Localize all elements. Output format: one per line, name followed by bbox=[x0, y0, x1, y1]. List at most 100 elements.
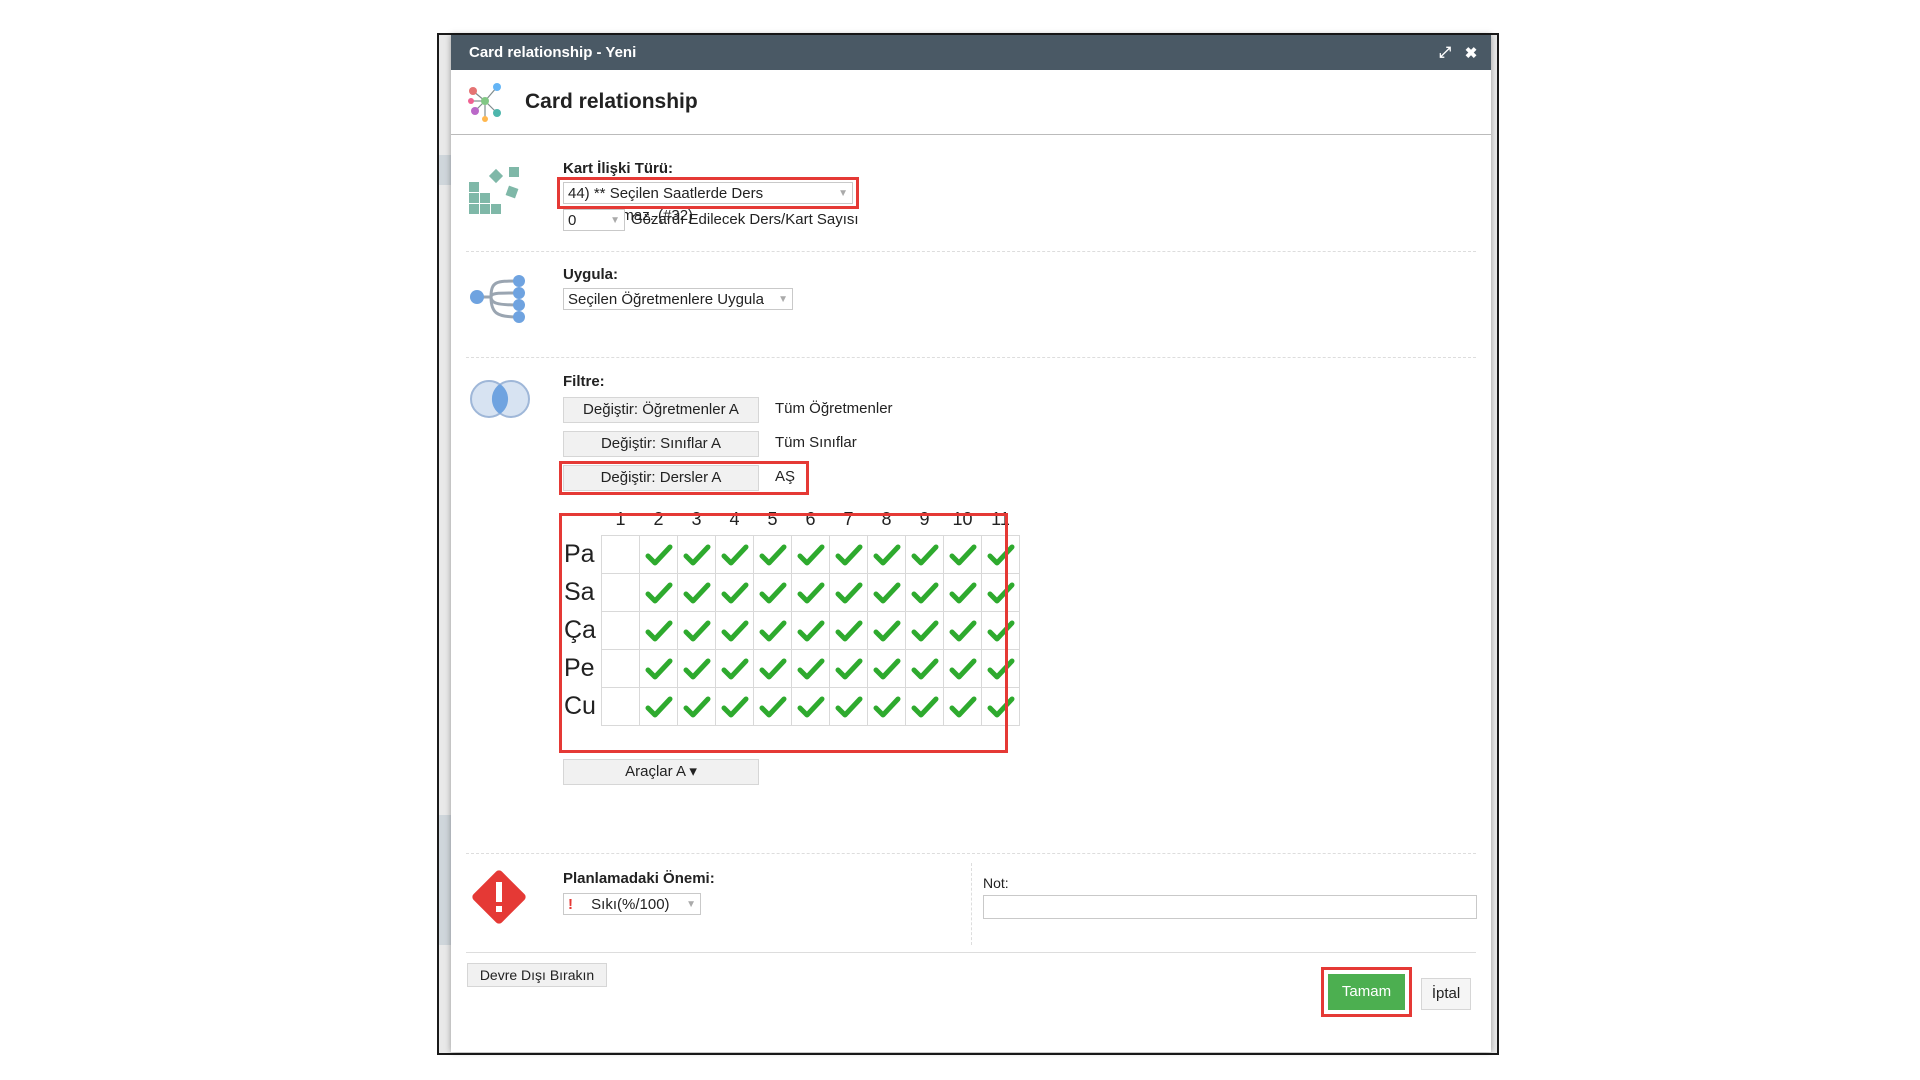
grid-cell[interactable] bbox=[677, 611, 716, 650]
ok-button[interactable]: Tamam bbox=[1328, 974, 1405, 1010]
grid-cell[interactable] bbox=[905, 687, 944, 726]
grid-cell[interactable] bbox=[715, 573, 754, 612]
grid-cell[interactable] bbox=[943, 687, 982, 726]
grid-cell[interactable] bbox=[905, 611, 944, 650]
period-header: 10 bbox=[952, 508, 973, 529]
change-teachers-button[interactable]: Değiştir: Öğretmenler A bbox=[563, 397, 759, 423]
check-icon bbox=[949, 658, 976, 679]
apply-label: Uygula: bbox=[563, 266, 619, 283]
grid-cell[interactable] bbox=[791, 611, 830, 650]
grid-cell[interactable] bbox=[677, 687, 716, 726]
grid-cell[interactable] bbox=[981, 535, 1020, 574]
dialog-titlebar: Card relationship - Yeni ⤢ ✖ bbox=[451, 35, 1491, 70]
grid-cell[interactable] bbox=[791, 687, 830, 726]
tools-button[interactable]: Araçlar A ▾ bbox=[563, 759, 759, 785]
grid-cell[interactable] bbox=[867, 687, 906, 726]
grid-cell[interactable] bbox=[981, 649, 1020, 688]
check-icon bbox=[759, 658, 786, 679]
grid-cell[interactable] bbox=[829, 535, 868, 574]
grid-cell[interactable] bbox=[639, 649, 678, 688]
check-icon bbox=[987, 658, 1014, 679]
grid-cell[interactable] bbox=[791, 535, 830, 574]
grid-cell[interactable] bbox=[715, 687, 754, 726]
grid-cell[interactable] bbox=[753, 573, 792, 612]
grid-cell[interactable] bbox=[829, 573, 868, 612]
check-icon bbox=[835, 582, 862, 603]
day-header: Ça bbox=[564, 616, 596, 644]
check-icon bbox=[797, 696, 824, 717]
grid-cell[interactable] bbox=[981, 611, 1020, 650]
grid-cell[interactable] bbox=[981, 687, 1020, 726]
grid-cell[interactable] bbox=[639, 687, 678, 726]
apply-select[interactable]: Seçilen Öğretmenlere Uygula ▼ bbox=[563, 288, 793, 310]
grid-cell[interactable] bbox=[829, 687, 868, 726]
grid-cell[interactable] bbox=[867, 535, 906, 574]
maximize-icon[interactable]: ⤢ bbox=[1435, 44, 1455, 61]
change-classes-button[interactable]: Değiştir: Sınıflar A bbox=[563, 431, 759, 457]
grid-cell[interactable] bbox=[677, 649, 716, 688]
grid-cell[interactable] bbox=[715, 649, 754, 688]
chevron-down-icon: ▼ bbox=[838, 188, 848, 199]
grid-cell[interactable] bbox=[791, 573, 830, 612]
grid-cell[interactable] bbox=[601, 535, 640, 574]
classes-filter-value: Tüm Sınıflar bbox=[775, 434, 857, 451]
check-icon bbox=[949, 620, 976, 641]
exclamation-icon: ! bbox=[568, 896, 573, 913]
check-icon bbox=[759, 696, 786, 717]
note-input[interactable] bbox=[983, 895, 1477, 919]
disable-button[interactable]: Devre Dışı Bırakın bbox=[467, 963, 607, 987]
day-header: Sa bbox=[564, 578, 595, 606]
check-icon bbox=[987, 582, 1014, 603]
tree-icon bbox=[470, 275, 525, 323]
day-header: Pa bbox=[564, 540, 595, 568]
grid-cell[interactable] bbox=[867, 573, 906, 612]
grid-cell[interactable] bbox=[753, 649, 792, 688]
check-icon bbox=[683, 658, 710, 679]
grid-cell[interactable] bbox=[677, 573, 716, 612]
relationship-type-select[interactable]: 44) ** Seçilen Saatlerde Ders Başlayamaz… bbox=[563, 182, 853, 224]
check-icon bbox=[949, 582, 976, 603]
grid-cell[interactable] bbox=[981, 573, 1020, 612]
day-header: Cu bbox=[564, 692, 596, 720]
close-icon[interactable]: ✖ bbox=[1461, 44, 1481, 62]
grid-cell[interactable] bbox=[905, 535, 944, 574]
change-subjects-button[interactable]: Değiştir: Dersler A bbox=[563, 465, 759, 491]
grid-cell[interactable] bbox=[753, 611, 792, 650]
period-header: 3 bbox=[691, 508, 702, 529]
check-icon bbox=[987, 544, 1014, 565]
grid-cell[interactable] bbox=[943, 649, 982, 688]
grid-cell[interactable] bbox=[601, 611, 640, 650]
grid-cell[interactable] bbox=[677, 535, 716, 574]
grid-cell[interactable] bbox=[601, 573, 640, 612]
grid-cell[interactable] bbox=[715, 611, 754, 650]
importance-select[interactable]: ! Sıkı(%/100) ▼ bbox=[563, 893, 701, 915]
grid-cell[interactable] bbox=[943, 611, 982, 650]
grid-cell[interactable] bbox=[829, 611, 868, 650]
check-icon bbox=[721, 620, 748, 641]
grid-cell[interactable] bbox=[867, 649, 906, 688]
grid-cell[interactable] bbox=[715, 535, 754, 574]
grid-cell[interactable] bbox=[753, 535, 792, 574]
card-relationship-dialog: Card relationship - Yeni ⤢ ✖ Card relati… bbox=[451, 35, 1491, 1052]
grid-cell[interactable] bbox=[639, 611, 678, 650]
grid-cell[interactable] bbox=[791, 649, 830, 688]
grid-cell[interactable] bbox=[943, 573, 982, 612]
grid-cell[interactable] bbox=[867, 611, 906, 650]
ignore-count-select[interactable]: 0 ▼ bbox=[563, 209, 625, 231]
check-icon bbox=[835, 544, 862, 565]
period-header: 1 bbox=[615, 508, 626, 529]
grid-cell[interactable] bbox=[639, 573, 678, 612]
grid-cell[interactable] bbox=[905, 573, 944, 612]
cancel-button[interactable]: İptal bbox=[1421, 978, 1471, 1010]
grid-cell[interactable] bbox=[601, 687, 640, 726]
check-icon bbox=[721, 582, 748, 603]
check-icon bbox=[645, 620, 672, 641]
grid-cell[interactable] bbox=[829, 649, 868, 688]
grid-cell[interactable] bbox=[639, 535, 678, 574]
grid-cell[interactable] bbox=[753, 687, 792, 726]
grid-cell[interactable] bbox=[601, 649, 640, 688]
check-icon bbox=[683, 544, 710, 565]
timetable-grid: 1 2 3 4 5 6 7 8 9 10 11 Pa Sa Ça Pe Cu bbox=[563, 503, 1020, 726]
grid-cell[interactable] bbox=[943, 535, 982, 574]
grid-cell[interactable] bbox=[905, 649, 944, 688]
